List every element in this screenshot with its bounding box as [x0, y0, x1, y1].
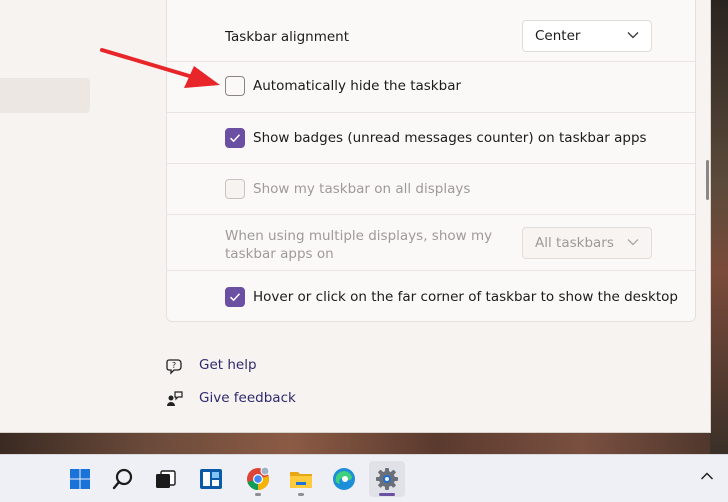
get-help-label[interactable]: Get help: [199, 357, 257, 373]
svg-text:?: ?: [172, 361, 176, 370]
chrome-icon[interactable]: [240, 461, 276, 497]
get-help-icon: ?: [166, 359, 182, 375]
show-badges-row: Show badges (unread messages counter) on…: [167, 113, 695, 164]
all-displays-checkbox[interactable]: [225, 179, 245, 199]
multi-display-dropdown[interactable]: All taskbars: [522, 227, 652, 259]
settings-icon[interactable]: [369, 461, 405, 497]
checkmark-icon: [229, 134, 241, 143]
scrollbar[interactable]: [706, 160, 709, 200]
chrome-running-indicator: [255, 493, 261, 496]
sidebar-selected-item[interactable]: [0, 78, 90, 113]
taskbar-alignment-value: Center: [535, 28, 581, 44]
give-feedback-label[interactable]: Give feedback: [199, 390, 296, 406]
multi-display-label-line1: When using multiple displays, show my: [225, 228, 493, 244]
show-badges-checkbox[interactable]: [225, 128, 245, 148]
far-corner-row: Hover or click on the far corner of task…: [167, 271, 695, 322]
chevron-up-icon[interactable]: [700, 471, 714, 481]
all-displays-row: Show my taskbar on all displays: [167, 164, 695, 215]
taskbar: [0, 454, 728, 502]
chevron-down-icon: [627, 239, 639, 246]
annotation-arrow-icon: [100, 48, 220, 88]
auto-hide-checkbox[interactable]: [225, 76, 245, 96]
taskbar-alignment-label: Taskbar alignment: [225, 29, 350, 45]
settings-active-indicator: [379, 493, 395, 496]
task-view-icon[interactable]: [148, 461, 184, 497]
taskbar-behaviors-card: Taskbar alignment Center Automatically h…: [166, 0, 696, 322]
far-corner-checkbox[interactable]: [225, 287, 245, 307]
search-icon[interactable]: [105, 461, 141, 497]
auto-hide-row: Automatically hide the taskbar: [167, 62, 695, 113]
widgets-icon[interactable]: [193, 461, 229, 497]
chevron-down-icon: [627, 32, 639, 39]
taskbar-alignment-row: Taskbar alignment Center: [167, 0, 695, 62]
show-badges-label[interactable]: Show badges (unread messages counter) on…: [253, 130, 647, 146]
far-corner-label[interactable]: Hover or click on the far corner of task…: [253, 289, 678, 305]
checkmark-icon: [229, 293, 241, 302]
edge-icon[interactable]: [326, 461, 362, 497]
multi-display-row: When using multiple displays, show my ta…: [167, 215, 695, 271]
desktop-wallpaper: [0, 432, 728, 454]
multi-display-label-line2: taskbar apps on: [225, 246, 334, 262]
explorer-running-indicator: [298, 493, 304, 496]
multi-display-value: All taskbars: [535, 235, 614, 251]
windows-start-icon[interactable]: [62, 461, 98, 497]
auto-hide-label[interactable]: Automatically hide the taskbar: [253, 78, 461, 94]
file-explorer-icon[interactable]: [283, 461, 319, 497]
all-displays-label: Show my taskbar on all displays: [253, 181, 471, 197]
taskbar-alignment-dropdown[interactable]: Center: [522, 20, 652, 52]
desktop-wallpaper-edge: [710, 0, 728, 454]
give-feedback-icon: [167, 391, 183, 406]
